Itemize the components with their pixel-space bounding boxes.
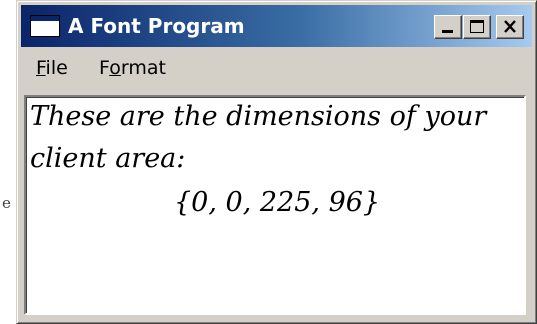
close-icon: [504, 20, 516, 33]
client-area[interactable]: These are the dimensions of your client …: [24, 95, 526, 315]
window-icon[interactable]: [30, 15, 60, 37]
menu-file-label: ile: [45, 57, 68, 79]
menu-format[interactable]: Format: [99, 57, 166, 81]
maximize-button[interactable]: [463, 15, 491, 39]
client-dimensions: {0, 0, 225, 96}: [174, 187, 381, 218]
title-bar[interactable]: A Font Program: [21, 5, 532, 47]
maximize-icon: [470, 20, 484, 33]
menu-format-label-end: rmat: [120, 57, 166, 79]
background-text-fragment: e: [2, 194, 11, 212]
menu-bar: File Format: [21, 49, 532, 89]
menu-file[interactable]: File: [36, 57, 68, 81]
close-button[interactable]: [496, 15, 524, 39]
window-title: A Font Program: [68, 14, 245, 38]
menu-format-mnemonic: o: [109, 57, 121, 79]
client-text-line-2: client area:: [30, 143, 186, 174]
app-window: A Font Program File Format These are the…: [16, 0, 537, 324]
minimize-icon: [442, 30, 453, 33]
menu-file-mnemonic: F: [36, 57, 46, 79]
client-text-line-1: These are the dimensions of your: [30, 101, 487, 132]
minimize-button[interactable]: [434, 15, 462, 39]
menu-format-label-start: F: [99, 57, 110, 79]
